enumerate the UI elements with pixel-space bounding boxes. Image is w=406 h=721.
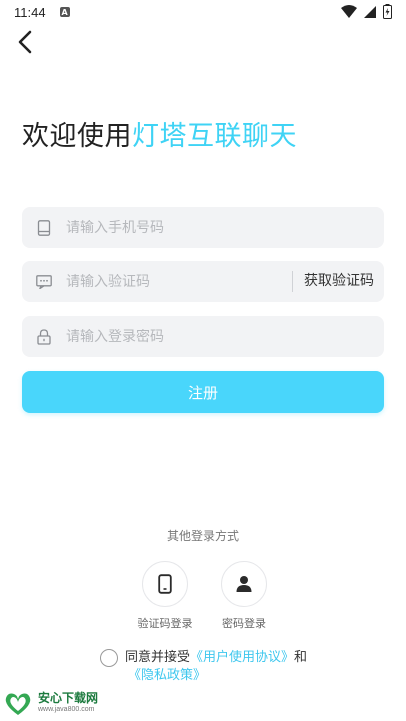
title-app-name: 灯塔互联聊天 — [132, 121, 297, 152]
mobile-icon — [158, 574, 172, 594]
code-input[interactable] — [66, 273, 266, 290]
message-icon — [36, 274, 52, 290]
agreement-and: 和 — [294, 650, 308, 665]
other-login-title: 其他登录方式 — [166, 529, 239, 543]
code-field[interactable]: 获取验证码 — [22, 261, 384, 302]
phone-input[interactable] — [66, 219, 266, 236]
wifi-icon — [341, 4, 357, 18]
status-time: 11:44 — [14, 4, 46, 20]
title-prefix: 欢迎使用 — [22, 121, 132, 152]
agreement-line-1: 同意并接受《用户使用协议》和 — [125, 648, 307, 668]
signal-icon — [364, 5, 376, 18]
watermark-name: 安心下载网 — [38, 691, 99, 705]
watermark: 安心下载网 www.java800.com — [2, 690, 122, 718]
status-bar: 11:44 A — [0, 0, 406, 24]
phone-icon — [36, 219, 52, 236]
password-login-circle[interactable] — [221, 561, 267, 607]
notification-icon: A — [59, 7, 70, 17]
get-code-button[interactable]: 获取验证码 — [304, 261, 374, 302]
sms-login-circle[interactable] — [142, 561, 188, 607]
code-divider — [292, 271, 293, 292]
watermark-logo-icon — [5, 693, 31, 715]
page-title: 欢迎使用灯塔互联聊天 — [22, 114, 297, 153]
battery-icon — [383, 4, 392, 19]
privacy-policy-link[interactable]: 《隐私政策》 — [128, 668, 206, 683]
user-agreement-link[interactable]: 《用户使用协议》 — [190, 650, 294, 665]
agreement-prefix: 同意并接受 — [125, 650, 191, 665]
agreement-checkbox[interactable] — [100, 649, 118, 667]
agreement-line-2: 《隐私政策》 — [128, 666, 206, 686]
back-button[interactable] — [14, 28, 38, 56]
password-field[interactable] — [22, 316, 384, 357]
register-button[interactable]: 注册 — [22, 371, 384, 413]
lock-icon — [36, 328, 52, 345]
phone-field[interactable] — [22, 207, 384, 248]
sms-login-label: 验证码登录 — [137, 617, 193, 630]
user-icon — [236, 576, 252, 592]
password-login-option[interactable]: 密码登录 — [214, 561, 274, 631]
chevron-left-icon — [18, 30, 32, 54]
status-icons — [341, 4, 392, 19]
watermark-url: www.java800.com — [38, 706, 95, 713]
password-login-label: 密码登录 — [222, 617, 266, 630]
sms-login-option[interactable]: 验证码登录 — [135, 561, 195, 631]
password-input[interactable] — [66, 328, 266, 345]
